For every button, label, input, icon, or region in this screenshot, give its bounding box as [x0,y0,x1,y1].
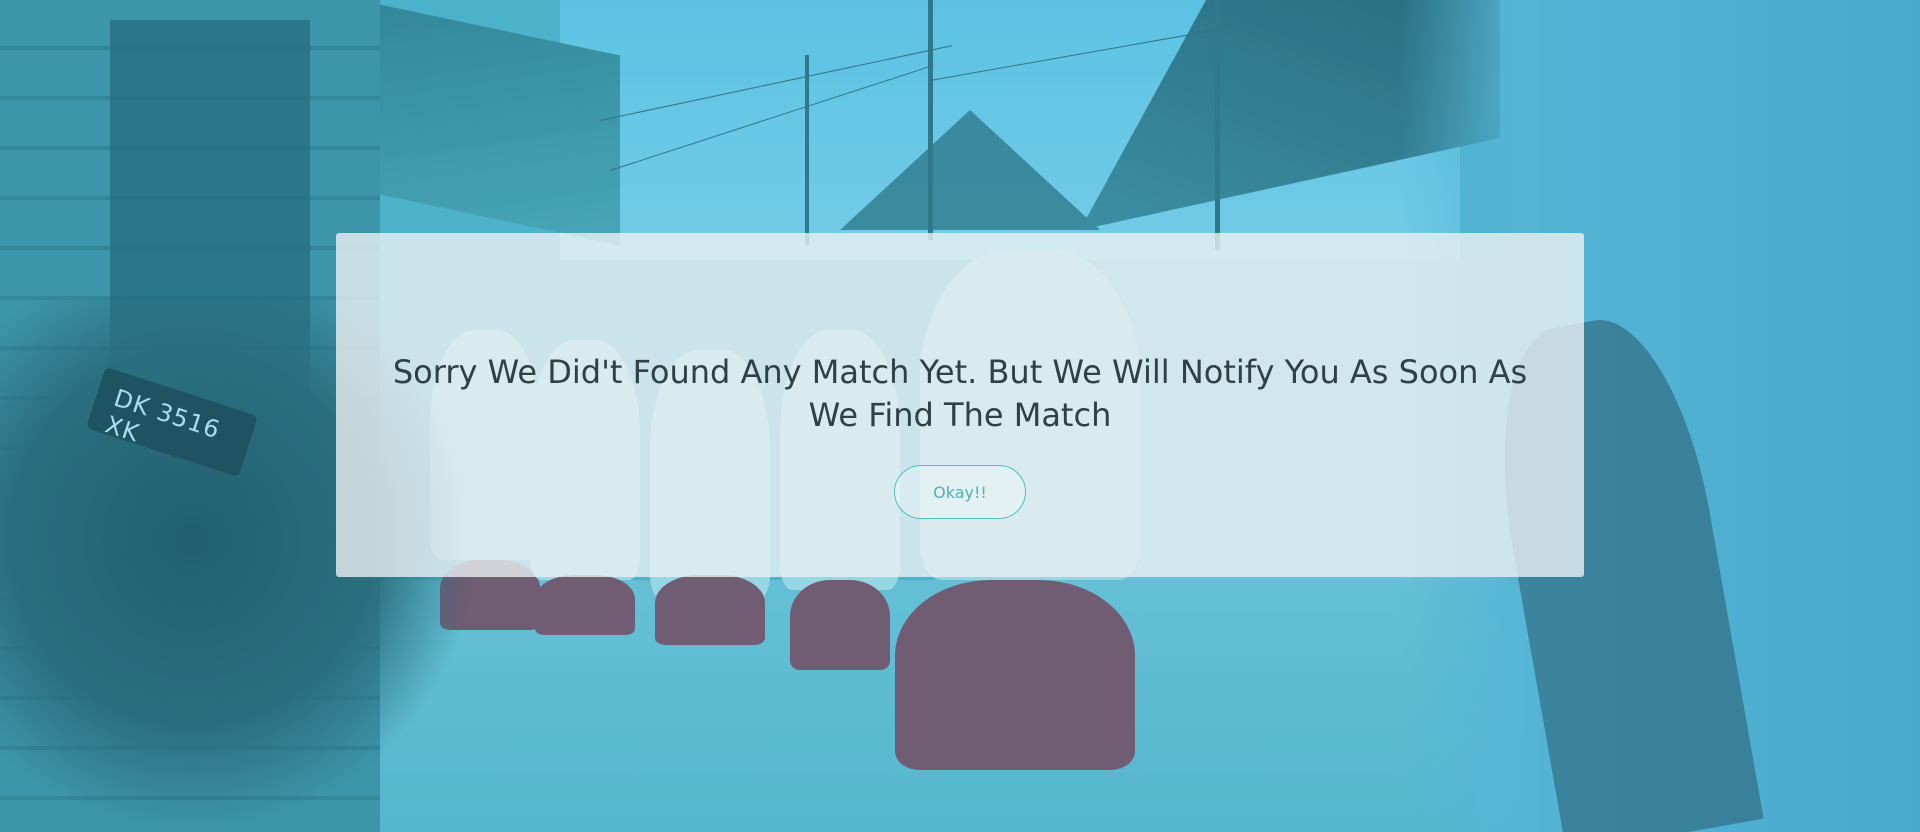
okay-button[interactable]: Okay!! [894,465,1026,519]
no-match-message: Sorry We Did't Found Any Match Yet. But … [392,353,1528,434]
no-match-dialog: Sorry We Did't Found Any Match Yet. But … [336,233,1584,577]
